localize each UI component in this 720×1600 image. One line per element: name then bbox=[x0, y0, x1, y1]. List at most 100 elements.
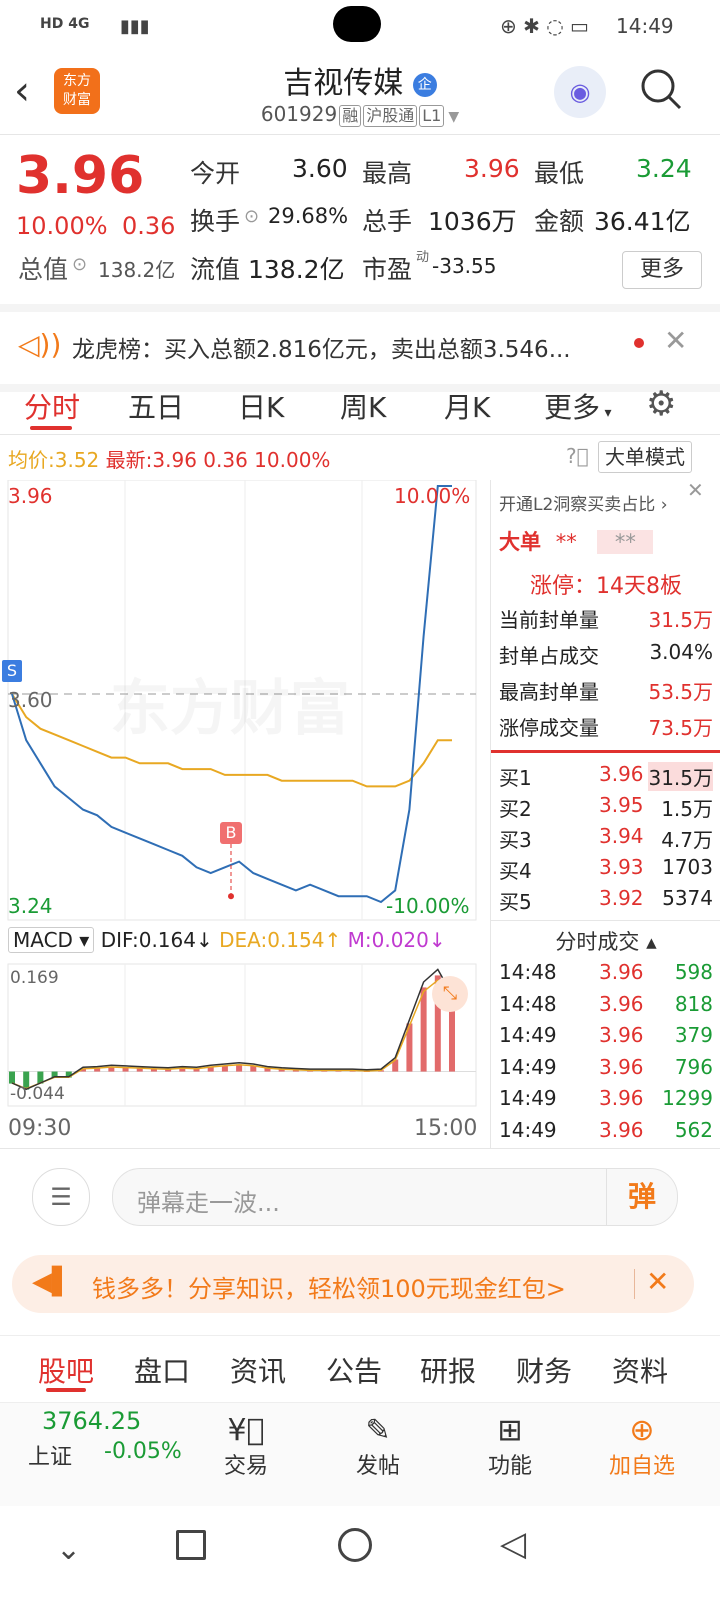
bid-volume: 1.5万 bbox=[661, 797, 713, 821]
tab-profile[interactable]: 资料 bbox=[612, 1350, 668, 1390]
bid-row[interactable]: 买5 3.92 5374 bbox=[499, 886, 713, 915]
trade-volume: 562 bbox=[674, 1117, 713, 1142]
time-end-label: 15:00 bbox=[414, 1116, 478, 1141]
bid-row[interactable]: 买3 3.94 4.7万 bbox=[499, 824, 713, 853]
stock-code: 601929 bbox=[260, 102, 338, 126]
l2-upgrade-link[interactable]: 开通L2洞察买卖占比 › bbox=[499, 490, 713, 515]
add-watchlist-button[interactable]: ⊕ 加自选 bbox=[592, 1413, 692, 1480]
nav-hide-icon[interactable]: ⌄ bbox=[56, 1532, 81, 1567]
bottom-tabs: 股吧 盘口 资讯 公告 研报 财务 资料 bbox=[0, 1335, 720, 1398]
yen-icon: ¥⃝ bbox=[227, 1413, 265, 1448]
trade-volume: 796 bbox=[674, 1054, 713, 1079]
more-button[interactable]: 更多 bbox=[622, 251, 702, 289]
trade-row: 14:49 3.96 1299 bbox=[499, 1086, 713, 1110]
expand-icon[interactable]: ⤡ bbox=[432, 976, 468, 1012]
macd-bottom-label: -0.044 bbox=[10, 1084, 65, 1104]
tag-level: L1 bbox=[419, 105, 445, 127]
trade-price: 3.96 bbox=[599, 1086, 644, 1110]
system-status-icons: ⊕ ✱ ◌ ▭ bbox=[500, 14, 589, 38]
trade-time: 14:49 bbox=[499, 1023, 557, 1047]
unread-dot bbox=[634, 338, 644, 348]
tab-daily-k[interactable]: 日K bbox=[238, 386, 284, 426]
price-top-label: 3.96 bbox=[8, 484, 53, 508]
tab-forum[interactable]: 股吧 bbox=[38, 1350, 94, 1390]
dropdown-icon[interactable]: ▼ bbox=[448, 109, 459, 125]
comment-input[interactable]: 弹幕走一波... 弹 bbox=[112, 1168, 678, 1226]
tab-intraday[interactable]: 分时 bbox=[24, 386, 80, 426]
bid-row[interactable]: 买4 3.93 1703 bbox=[499, 855, 713, 884]
dea-line bbox=[11, 979, 453, 1090]
order-panel: 开通L2洞察买卖占比 › ✕ 大单 ** ** 涨停：14天8板 当前封单量 31… bbox=[490, 478, 720, 1148]
nav-recent-icon[interactable] bbox=[176, 1530, 206, 1560]
mktcap-label: 总值 bbox=[18, 255, 69, 284]
turnover-label: 换手 bbox=[190, 207, 241, 236]
active-tab-indicator bbox=[30, 426, 72, 430]
bid-row[interactable]: 买2 3.95 1.5万 bbox=[499, 793, 713, 822]
tab-research[interactable]: 研报 bbox=[420, 1350, 476, 1390]
post-button[interactable]: ✎ 发帖 bbox=[328, 1413, 428, 1480]
danmu-settings-icon[interactable]: ☰ bbox=[32, 1168, 90, 1226]
info-icon[interactable]: ⊙ bbox=[72, 254, 87, 275]
close-icon[interactable]: ✕ bbox=[687, 478, 704, 502]
speaker-icon: ◁)) bbox=[18, 328, 62, 361]
nav-home-icon[interactable] bbox=[338, 1528, 372, 1562]
amount-label: 金额 bbox=[534, 207, 585, 236]
intraday-chart[interactable]: 3.96 10.00% 3.60 3.24 -10.00% 东方财富 S B M… bbox=[0, 480, 490, 1150]
trade-row: 14:48 3.96 598 bbox=[499, 960, 713, 984]
tab-more[interactable]: 更多 ▾ bbox=[544, 386, 612, 426]
dif-value: 0.164 bbox=[138, 928, 196, 952]
trade-row: 14:49 3.96 796 bbox=[499, 1055, 713, 1079]
bid-row[interactable]: 买1 3.96 31.5万 bbox=[499, 762, 713, 791]
trade-volume: 379 bbox=[674, 1023, 713, 1047]
bid-label: 买3 bbox=[499, 828, 532, 852]
tab-weekly-k[interactable]: 周K bbox=[340, 386, 386, 426]
trade-row: 14:49 3.96 379 bbox=[499, 1023, 713, 1047]
status-bar: HD 4G ▮▮▮ ⊕ ✱ ◌ ▭ 14:49 bbox=[0, 0, 720, 52]
bid-price: 3.93 bbox=[599, 855, 644, 879]
function-button[interactable]: ⊞ 功能 bbox=[460, 1413, 560, 1480]
tab-five-day[interactable]: 五日 bbox=[128, 386, 184, 426]
buy-marker[interactable]: B bbox=[220, 822, 242, 844]
search-icon[interactable] bbox=[638, 66, 684, 112]
settings-icon[interactable]: ⚙ bbox=[646, 384, 676, 424]
nav-back-icon[interactable]: ◁ bbox=[500, 1524, 526, 1564]
trades-title[interactable]: 分时成交 ▴ bbox=[499, 926, 713, 956]
bid-volume: 1703 bbox=[662, 855, 713, 879]
tab-monthly-k[interactable]: 月K bbox=[444, 386, 490, 426]
open-value: 3.60 bbox=[292, 154, 348, 183]
tab-announcements[interactable]: 公告 bbox=[326, 1350, 382, 1390]
robot-assistant-icon[interactable]: ◉ bbox=[554, 66, 606, 118]
tab-orderbook[interactable]: 盘口 bbox=[134, 1350, 190, 1390]
tab-news[interactable]: 资讯 bbox=[230, 1350, 286, 1390]
latest-change: 0.36 bbox=[203, 448, 248, 472]
help-icon[interactable]: ?⃝ bbox=[566, 444, 589, 468]
danmu-button[interactable]: 弹 bbox=[606, 1169, 677, 1225]
macd-selector[interactable]: MACD ▾ bbox=[8, 927, 95, 953]
tab-financials[interactable]: 财务 bbox=[516, 1350, 572, 1390]
trade-button[interactable]: ¥⃝ 交易 bbox=[196, 1413, 296, 1480]
notice-bar[interactable]: ◁)) 龙虎榜：买入总额2.816亿元，卖出总额3.546... ✕ bbox=[0, 304, 720, 392]
stock-name: 吉视传媒 企 bbox=[0, 58, 720, 102]
trade-price: 3.96 bbox=[599, 991, 644, 1016]
info-icon[interactable]: ⊙ bbox=[244, 206, 259, 227]
close-icon[interactable]: ✕ bbox=[646, 1265, 669, 1298]
amount-value: 36.41亿 bbox=[594, 207, 691, 236]
limit-up-info: 涨停：14天8板 bbox=[530, 574, 682, 599]
float-value: 138.2亿 bbox=[248, 255, 345, 284]
index-change[interactable]: -0.05% bbox=[104, 1439, 182, 1464]
index-name[interactable]: 上证 bbox=[28, 1439, 72, 1471]
summary-row: 均价:3.52 最新:3.96 0.36 10.00% bbox=[8, 444, 330, 473]
trade-time: 14:49 bbox=[499, 1117, 557, 1142]
chart-divider bbox=[0, 1148, 720, 1149]
bid-label: 买2 bbox=[499, 797, 532, 821]
trade-volume: 1299 bbox=[662, 1086, 713, 1110]
dif-label: DIF: bbox=[100, 928, 139, 952]
pct-top-label: 10.00% bbox=[394, 484, 471, 508]
macd-bar bbox=[9, 1071, 15, 1084]
close-icon[interactable]: ✕ bbox=[664, 324, 687, 357]
header-divider bbox=[0, 134, 720, 135]
big-order-mode-button[interactable]: 大单模式 bbox=[598, 441, 692, 473]
index-value[interactable]: 3764.25 bbox=[42, 1407, 141, 1435]
sell-marker[interactable]: S bbox=[2, 660, 22, 682]
promo-banner[interactable]: ◀▌ 钱多多！分享知识，轻松领100元现金红包> ✕ bbox=[12, 1255, 694, 1313]
